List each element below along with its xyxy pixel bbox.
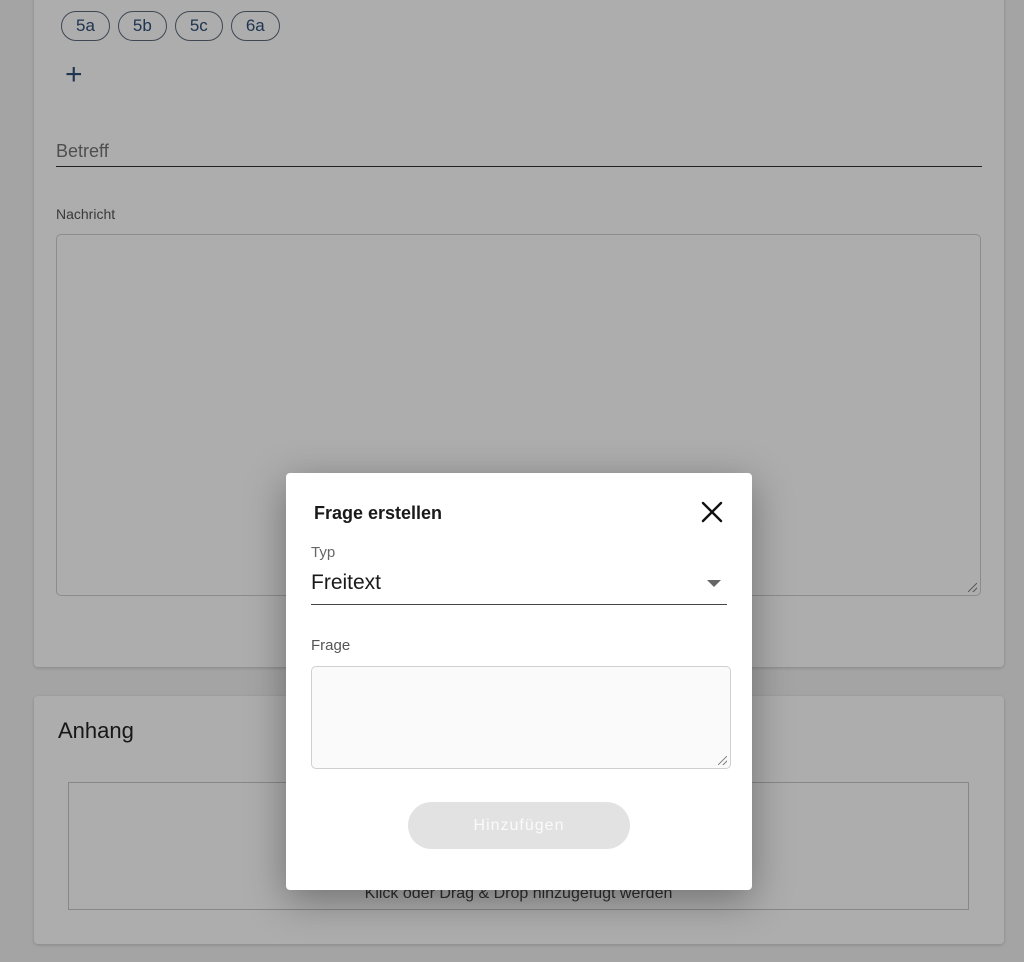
create-question-dialog: Frage erstellen Typ Freitext Frage Hinzu… <box>286 473 752 890</box>
dialog-title: Frage erstellen <box>314 503 443 523</box>
dropdown-arrow-icon <box>707 580 721 587</box>
close-icon[interactable] <box>699 499 725 525</box>
add-question-button[interactable]: Hinzufügen <box>408 802 630 849</box>
type-label: Typ <box>311 544 336 561</box>
type-select[interactable]: Freitext <box>311 569 727 605</box>
close-icon-graphic <box>701 501 723 523</box>
question-textarea[interactable] <box>311 666 731 769</box>
resize-grip-icon[interactable] <box>718 756 727 765</box>
question-label: Frage <box>311 637 351 654</box>
type-select-value: Freitext <box>311 571 382 594</box>
